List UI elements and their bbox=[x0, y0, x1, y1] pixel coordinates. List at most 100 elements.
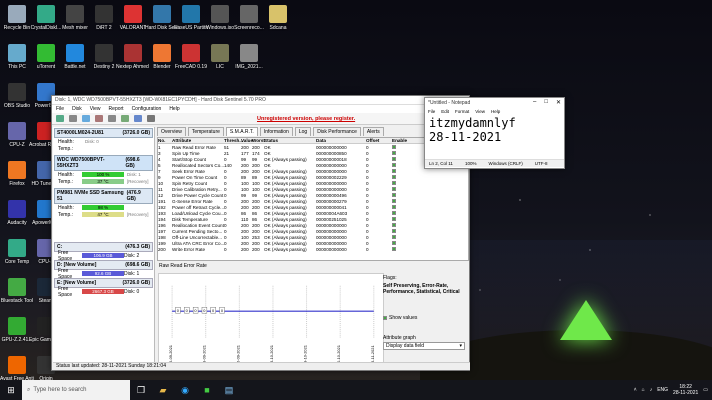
desktop-icon[interactable]: Audacity bbox=[3, 198, 31, 238]
close-icon[interactable]: ✕ bbox=[556, 99, 561, 106]
clock[interactable]: 18:22 28-11-2021 bbox=[673, 384, 698, 396]
tab-overview[interactable]: Overview bbox=[157, 127, 186, 136]
desktop-icon[interactable]: Battle.net bbox=[61, 42, 89, 82]
menu-configuration[interactable]: Configuration bbox=[132, 106, 162, 112]
notepad-menu-view[interactable]: View bbox=[475, 109, 485, 114]
enable-checkbox[interactable] bbox=[392, 156, 396, 161]
desktop-icon[interactable]: EaseUS Partition M... bbox=[174, 3, 208, 43]
desktop-icon[interactable]: Blender bbox=[148, 42, 176, 82]
help-icon[interactable] bbox=[147, 115, 155, 122]
show-values-checkbox[interactable]: Show values bbox=[383, 315, 465, 321]
desktop-icon[interactable]: LIC bbox=[206, 42, 234, 82]
edge-icon[interactable]: ◉ bbox=[177, 382, 193, 398]
desktop-icon[interactable]: CrystalDiskI... bbox=[31, 3, 61, 43]
enable-checkbox[interactable] bbox=[392, 168, 396, 173]
notepad-text-area[interactable]: itzmydamnlyf 28-11-2021 bbox=[425, 115, 564, 153]
menu-disk[interactable]: Disk bbox=[72, 106, 82, 112]
minimize-icon[interactable]: – bbox=[533, 99, 536, 106]
desktop-icon[interactable]: GPU-Z.2.41... bbox=[2, 315, 32, 355]
enable-checkbox[interactable] bbox=[392, 204, 396, 209]
send-icon[interactable] bbox=[121, 115, 129, 122]
desktop-icon[interactable]: VALORANT bbox=[119, 3, 147, 43]
graph-mode-select[interactable]: Display data field ▾ bbox=[383, 342, 465, 350]
enable-checkbox[interactable] bbox=[392, 162, 396, 167]
enable-checkbox[interactable] bbox=[392, 174, 396, 179]
menu-file[interactable]: File bbox=[56, 106, 64, 112]
notepad-taskbar-icon[interactable]: ▤ bbox=[221, 382, 237, 398]
menu-help[interactable]: Help bbox=[169, 106, 179, 112]
volume-entry-c[interactable]: C: (476.3 GB) Free Space 106.9 GB Disk: 2 bbox=[54, 242, 153, 262]
report-icon[interactable] bbox=[95, 115, 103, 122]
desktop-icon[interactable]: This PC bbox=[3, 42, 31, 82]
file-explorer-icon[interactable]: ▰ bbox=[155, 382, 171, 398]
desktop-icon[interactable]: Sdcana bbox=[264, 3, 292, 43]
desktop-icon[interactable]: FreeCAD 0.19 bbox=[175, 42, 207, 82]
enable-checkbox[interactable] bbox=[392, 222, 396, 227]
desktop-icon[interactable]: Bluestack Tool bbox=[1, 276, 33, 316]
desktop-icon[interactable]: Recycle Bin bbox=[3, 3, 31, 43]
task-view-icon[interactable]: ❐ bbox=[133, 382, 149, 398]
table-row[interactable]: 200 Write Error Rate 0 200 200 OK (Always pas… bbox=[158, 246, 468, 252]
notepad-menu-edit[interactable]: Edit bbox=[441, 109, 449, 114]
search-box[interactable]: ⌕ Type here to search bbox=[22, 380, 130, 400]
test-icon[interactable] bbox=[82, 115, 90, 122]
disk-entry-1[interactable]: WDC WD7500BPVT-55HXZT3 (698.6 GB) Health:… bbox=[54, 155, 153, 185]
notepad-menu-help[interactable]: Help bbox=[491, 109, 500, 114]
enable-checkbox[interactable] bbox=[392, 150, 396, 155]
hard-disk-sentinel-window[interactable]: Disk: 1, WDC WD7500BPVT-55HXZT3 [WD-WX81… bbox=[51, 95, 470, 371]
hds-titlebar[interactable]: Disk: 1, WDC WD7500BPVT-55HXZT3 [WD-WX81… bbox=[52, 96, 469, 105]
notification-icon[interactable]: ▭ bbox=[703, 387, 708, 393]
enable-checkbox[interactable] bbox=[392, 234, 396, 239]
enable-checkbox[interactable] bbox=[392, 180, 396, 185]
tab-log[interactable]: Log bbox=[294, 127, 312, 136]
notepad-menu-file[interactable]: File bbox=[428, 109, 435, 114]
enable-checkbox[interactable] bbox=[392, 216, 396, 221]
tab-smart[interactable]: S.M.A.R.T. bbox=[225, 127, 258, 136]
desktop-icon[interactable]: Windows.iso bbox=[206, 3, 234, 43]
tab-information[interactable]: Information bbox=[259, 127, 293, 136]
unregistered-link[interactable]: Unregistered version, please register. bbox=[257, 116, 355, 122]
menu-view[interactable]: View bbox=[90, 106, 101, 112]
desktop-icon[interactable]: Screenreco... bbox=[234, 3, 264, 43]
print-icon[interactable] bbox=[108, 115, 116, 122]
chevron-up-icon[interactable]: ˄ bbox=[634, 387, 637, 393]
desktop-icon[interactable]: DiRT 2 bbox=[90, 3, 118, 43]
desktop-icon[interactable]: Nextep Ahmed Ro... bbox=[116, 42, 150, 82]
tab-disk-performance[interactable]: Disk Performance bbox=[313, 127, 361, 136]
tab-alerts[interactable]: Alerts bbox=[362, 127, 384, 136]
language-indicator[interactable]: ENG bbox=[657, 387, 668, 393]
enable-checkbox[interactable] bbox=[392, 144, 396, 149]
desktop-icon[interactable]: Core Temp bbox=[3, 237, 31, 277]
disk-entry-0[interactable]: ST4000LM024-2U81 (3726.0 GB) Health: Disk:… bbox=[54, 128, 153, 152]
desktop-icon[interactable]: Avast Free Antivirus bbox=[0, 354, 34, 380]
desktop-icon[interactable]: uTorrent bbox=[32, 42, 60, 82]
volume-entry-e[interactable]: E: [New Volume] (3726.0 GB) Free Space 266… bbox=[54, 278, 153, 298]
enable-checkbox[interactable] bbox=[392, 210, 396, 215]
enable-checkbox[interactable] bbox=[392, 198, 396, 203]
maximize-icon[interactable]: □ bbox=[544, 99, 548, 106]
notepad-window[interactable]: *Untitled - Notepad – □ ✕ File Edit Form… bbox=[424, 97, 565, 169]
refresh-icon[interactable] bbox=[56, 115, 64, 122]
desktop-icon[interactable]: IMG_2021... bbox=[235, 42, 263, 82]
desktop-icon[interactable]: Destiny 2 bbox=[90, 42, 118, 82]
desktop-icon[interactable]: Hard Disk Sentinel bbox=[145, 3, 179, 43]
settings-icon[interactable] bbox=[134, 115, 142, 122]
desktop-icon[interactable]: CPU-Z bbox=[3, 120, 31, 160]
disk-icon[interactable] bbox=[69, 115, 77, 122]
enable-checkbox[interactable] bbox=[392, 246, 396, 251]
notepad-menu-format[interactable]: Format bbox=[455, 109, 469, 114]
volume-entry-d[interactable]: D: [New Volume] (698.6 GB) Free Space 92.6… bbox=[54, 260, 153, 280]
volume-icon[interactable]: ♪ bbox=[650, 387, 653, 393]
enable-checkbox[interactable] bbox=[392, 228, 396, 233]
hard-disk-sentinel-taskbar-icon[interactable]: ■ bbox=[199, 382, 215, 398]
desktop-icon[interactable]: Mesh mixer bbox=[61, 3, 89, 43]
desktop-icon[interactable]: Firefox bbox=[3, 159, 31, 199]
disk-entry-2[interactable]: PM981 NVMe SSD Samsung 51 (476.9 GB) Heal… bbox=[54, 188, 153, 218]
enable-checkbox[interactable] bbox=[392, 192, 396, 197]
menu-report[interactable]: Report bbox=[109, 106, 124, 112]
enable-checkbox[interactable] bbox=[392, 240, 396, 245]
desktop-icon[interactable]: OBS Studio bbox=[3, 81, 31, 121]
windows-start-icon[interactable]: ⊞ bbox=[3, 382, 19, 398]
network-icon[interactable]: ⌂ bbox=[642, 387, 645, 393]
enable-checkbox[interactable] bbox=[392, 186, 396, 191]
